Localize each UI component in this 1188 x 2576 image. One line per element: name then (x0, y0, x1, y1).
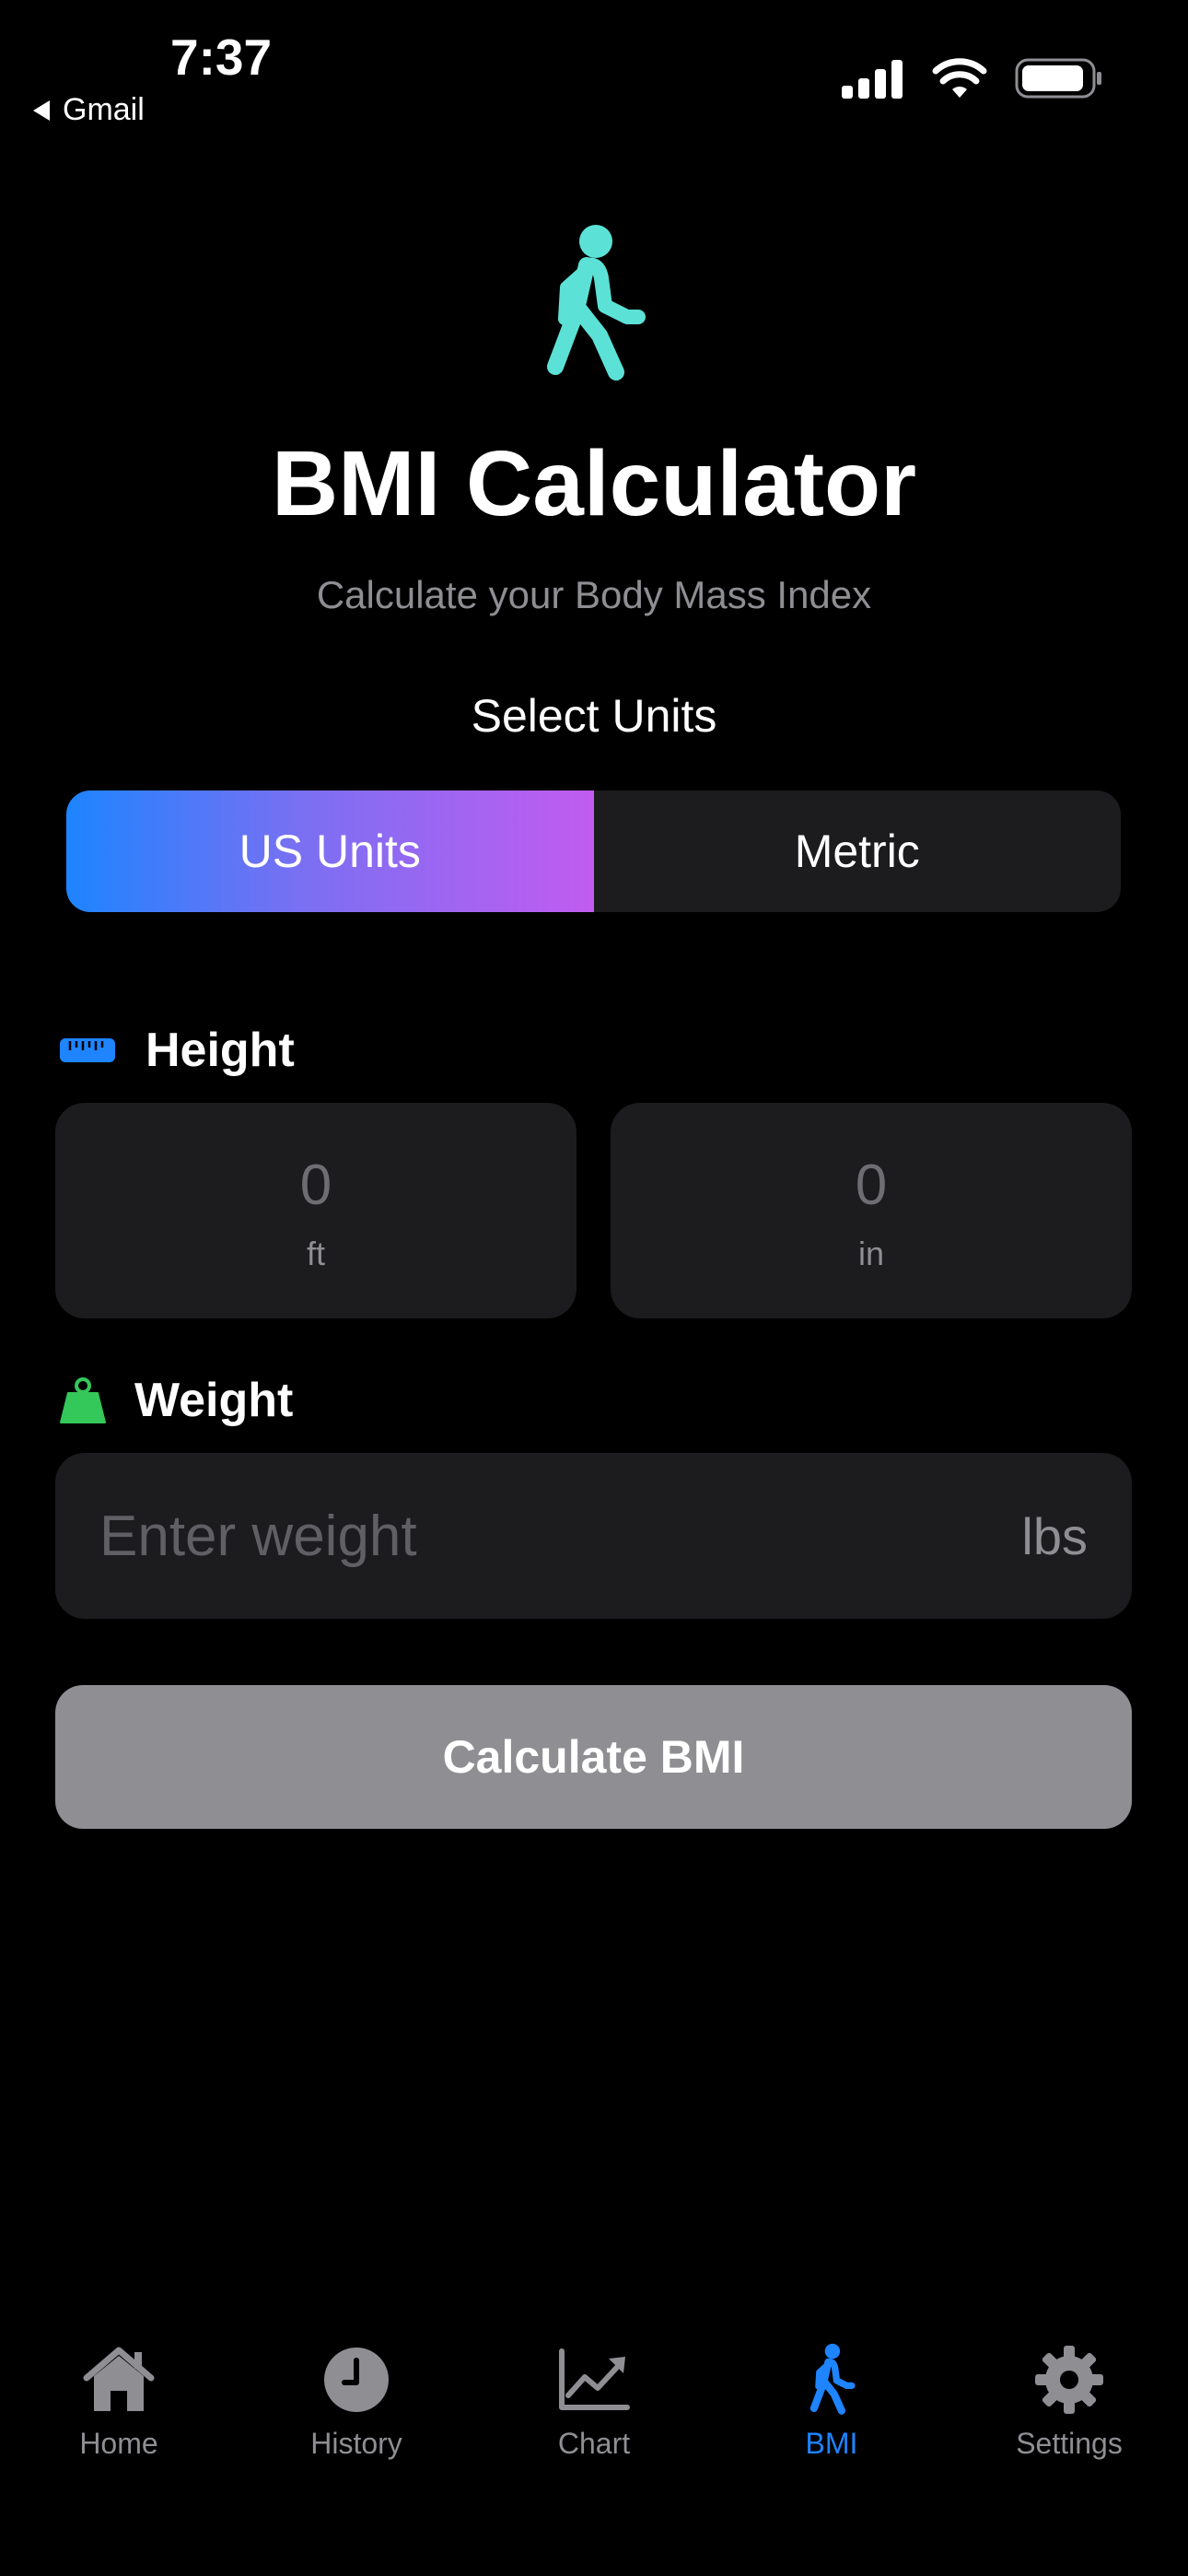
weight-section-label: Weight (59, 1373, 293, 1428)
height-inches-value: 0 (855, 1153, 888, 1217)
height-inches-input[interactable]: 0 in (611, 1103, 1132, 1318)
figure-walk-icon (792, 2340, 871, 2419)
tab-bmi-label: BMI (805, 2427, 858, 2460)
weight-input[interactable]: Enter weight lbs (55, 1453, 1132, 1619)
tab-history-label: History (310, 2427, 402, 2460)
height-feet-input[interactable]: 0 ft (55, 1103, 577, 1318)
weight-icon (60, 1377, 106, 1423)
cellular-signal-icon (842, 60, 903, 99)
ruler-icon (60, 1038, 115, 1062)
chart-line-icon (554, 2340, 634, 2419)
status-time: 7:37 (170, 29, 273, 86)
back-arrow-icon (33, 100, 50, 121)
height-feet-value: 0 (299, 1153, 332, 1217)
wifi-icon (932, 58, 987, 98)
figure-walk-icon (547, 225, 646, 381)
weight-label: Weight (134, 1374, 294, 1427)
units-segmented-control: US Units Metric (66, 790, 1121, 912)
us-units-option[interactable]: US Units (66, 790, 594, 912)
metric-option[interactable]: Metric (594, 790, 1122, 912)
page-subtitle: Calculate your Body Mass Index (316, 573, 872, 616)
tab-history[interactable]: History (238, 2340, 475, 2488)
weight-placeholder: Enter weight (99, 1504, 417, 1568)
back-app-label: Gmail (63, 92, 145, 127)
gear-icon (1030, 2340, 1109, 2419)
house-icon (79, 2340, 158, 2419)
tab-home-label: Home (79, 2427, 158, 2460)
weight-unit: lbs (1021, 1506, 1088, 1565)
tab-bmi[interactable]: BMI (713, 2340, 950, 2488)
status-icons (840, 57, 1103, 100)
height-section-label: Height (59, 1023, 295, 1078)
back-to-gmail-link[interactable]: Gmail (33, 92, 145, 128)
tab-chart-label: Chart (557, 2427, 631, 2460)
tab-settings[interactable]: Settings (950, 2340, 1188, 2488)
clock-icon (317, 2340, 396, 2419)
select-units-label: Select Units (471, 690, 717, 742)
height-inches-unit: in (857, 1235, 885, 1272)
battery-icon (1015, 58, 1101, 99)
calculate-bmi-button[interactable]: Calculate BMI (55, 1685, 1132, 1829)
tab-home[interactable]: Home (0, 2340, 238, 2488)
tab-bar: Home History Chart BMI Settings (0, 2340, 1188, 2488)
page-title: BMI Calculator (271, 432, 917, 535)
tab-chart[interactable]: Chart (475, 2340, 713, 2488)
height-feet-unit: ft (306, 1235, 325, 1272)
height-label: Height (146, 1024, 295, 1077)
tab-settings-label: Settings (1016, 2427, 1123, 2460)
